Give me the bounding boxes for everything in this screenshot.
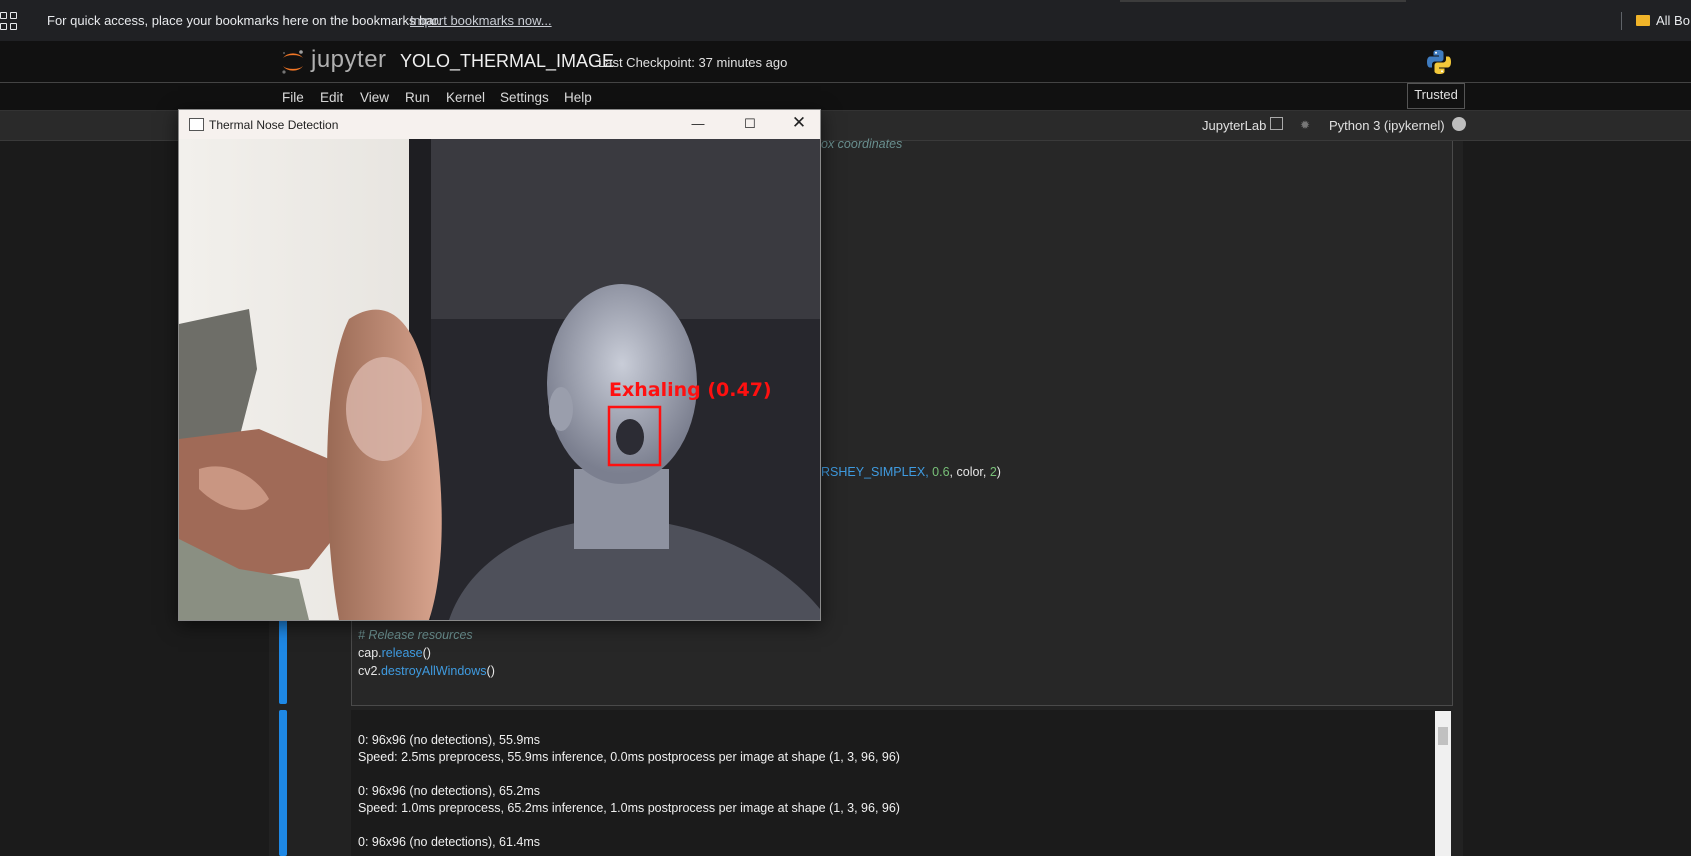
kernel-name[interactable]: Python 3 (ipykernel) [1329,118,1445,133]
code-token-font: RSHEY_SIMPLEX, [821,465,933,479]
code-token-object: cv2. [358,664,381,678]
output-line: 0: 96x96 (no detections), 55.9ms [358,733,541,747]
window-title: Thermal Nose Detection [209,118,339,132]
close-icon[interactable]: ✕ [787,113,811,135]
minimize-icon[interactable]: — [687,116,709,132]
window-app-icon [189,118,204,131]
code-token-number: 0.6 [932,465,950,479]
code-token-object: cap. [358,646,382,660]
menu-edit[interactable]: Edit [320,90,343,105]
trusted-indicator[interactable]: Trusted [1407,83,1465,109]
jupyter-wordmark[interactable]: jupyter [311,46,387,74]
jupyter-logo-icon[interactable] [280,48,306,76]
menu-help[interactable]: Help [564,90,592,105]
code-token-function: destroyAllWindows [380,664,487,678]
code-token-paren: () [486,664,495,678]
all-bookmarks-button[interactable]: All Bo [1636,13,1690,28]
menu-run[interactable]: Run [405,90,430,105]
notebook-title[interactable]: YOLO_THERMAL_IMAGE [400,51,614,72]
output-cell-collapser[interactable] [279,710,287,856]
code-comment-release: # Release resources [358,628,473,642]
menu-kernel[interactable]: Kernel [446,90,485,105]
code-line-cap-release: cap.release() [358,646,431,660]
external-link-icon[interactable] [1270,117,1283,130]
menu-view[interactable]: View [360,90,389,105]
opencv-window[interactable]: Thermal Nose Detection — ☐ ✕ Exhaling (0… [178,109,821,621]
output-line: 0: 96x96 (no detections), 61.4ms [358,835,541,849]
folder-icon [1636,15,1650,26]
apps-grid-icon[interactable] [0,12,18,30]
maximize-icon[interactable]: ☐ [739,116,761,132]
output-scrollbar-thumb[interactable] [1438,727,1448,745]
output-line: 0: 96x96 (no detections), 65.2ms [358,784,541,798]
menu-file[interactable]: File [282,90,304,105]
output-line: Speed: 2.5ms preprocess, 55.9ms inferenc… [358,750,900,764]
output-line: Speed: 1.0ms preprocess, 65.2ms inferenc… [358,801,900,815]
code-line-destroy-windows: cv2.destroyAllWindows() [358,664,495,678]
code-token-args: , color, [949,465,990,479]
bookmarks-hint-text: For quick access, place your bookmarks h… [47,13,441,28]
all-bookmarks-label: All Bo [1656,13,1690,28]
window-top-edge [1120,0,1406,2]
detection-label: Exhaling (0.47) [609,379,772,401]
code-line-puttext: RSHEY_SIMPLEX, 0.6, color, 2) [821,465,1001,479]
bookmarks-separator [1621,12,1622,30]
camera-frame: Exhaling (0.47) [179,139,820,620]
opencv-titlebar[interactable]: Thermal Nose Detection — ☐ ✕ [179,110,820,139]
jupyterlab-link[interactable]: JupyterLab [1202,118,1266,133]
debugger-icon[interactable]: ✹ [1300,118,1310,132]
menu-settings[interactable]: Settings [500,90,549,105]
kernel-status-icon [1452,117,1466,131]
code-token-number: 2 [989,465,997,479]
import-bookmarks-link[interactable]: Import bookmarks now... [410,13,552,28]
code-comment-partial: ox coordinates [821,137,903,151]
code-token-function: release [381,646,423,660]
python-logo-icon [1427,50,1451,74]
code-token-paren: ) [996,465,1001,479]
last-checkpoint: Last Checkpoint: 37 minutes ago [598,55,788,70]
bookmarks-bar: For quick access, place your bookmarks h… [0,0,1691,41]
code-token-paren: () [422,646,431,660]
